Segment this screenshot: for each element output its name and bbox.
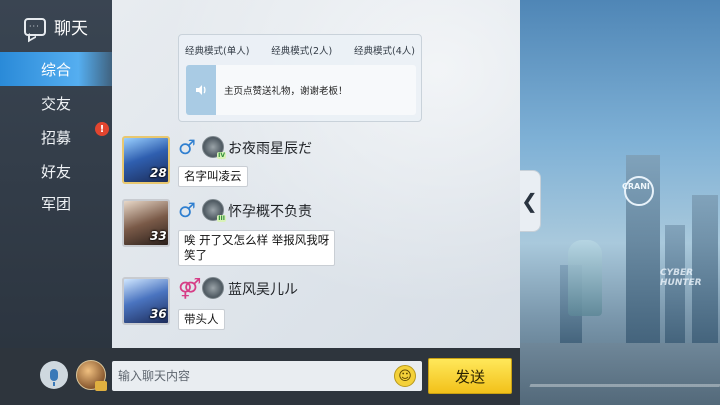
male-gender-icon: ♂ xyxy=(178,198,196,222)
chevron-left-icon: ❮ xyxy=(521,189,538,213)
collapse-panel-button[interactable]: ❮ xyxy=(519,170,541,232)
game-mode-tabs: 经典模式(单人) 经典模式(2人) 经典模式(4人) xyxy=(179,35,421,65)
sidebar-item-label: 综合 xyxy=(40,60,71,79)
microphone-icon xyxy=(50,369,58,386)
rank-badge-icon xyxy=(202,277,224,299)
background-scene: CRANI CYBER HUNTER xyxy=(520,0,720,405)
message-line: 笑了 xyxy=(184,248,207,262)
statue xyxy=(568,240,602,316)
tab-classic-solo[interactable]: 经典模式(单人) xyxy=(185,43,249,57)
self-avatar[interactable] xyxy=(76,360,107,391)
chat-input[interactable] xyxy=(112,361,422,391)
sidebar-item-legion[interactable]: 军团 xyxy=(0,186,112,220)
send-button[interactable]: 发送 xyxy=(428,358,512,394)
message-bubble: 名字叫凌云 xyxy=(178,166,248,187)
male-gender-icon: ♂ xyxy=(178,135,196,159)
crani-sign-text: CRANI xyxy=(622,182,650,191)
ground xyxy=(520,343,720,405)
avatar[interactable]: 36 xyxy=(122,277,170,325)
sidebar-header: ··· 聊天 xyxy=(24,14,88,39)
pinned-voice-message[interactable]: 主页点赞送礼物，谢谢老板！ xyxy=(186,65,416,115)
sidebar-item-general[interactable]: 综合 xyxy=(0,52,112,86)
sidebar-item-label: 交友 xyxy=(40,94,71,113)
sidebar-item-friends-making[interactable]: 交友 xyxy=(0,86,112,120)
cyber-hunter-logo-line: HUNTER xyxy=(660,278,702,288)
sidebar-title: 聊天 xyxy=(54,19,88,39)
player-level: 36 xyxy=(150,307,167,321)
pinned-message-card[interactable]: 经典模式(单人) 经典模式(2人) 经典模式(4人) 主页点赞送礼物，谢谢老板！ xyxy=(178,34,422,122)
sidebar-item-label: 招募 xyxy=(40,128,71,147)
message-bubble: 带头人 xyxy=(178,309,225,330)
avatar[interactable]: 33 xyxy=(122,199,170,247)
sidebar-item-friends[interactable]: 好友 xyxy=(0,154,112,188)
tab-classic-squad[interactable]: 经典模式(4人) xyxy=(354,43,415,57)
player-level: 33 xyxy=(150,229,167,243)
cyber-hunter-logo-line: CYBER xyxy=(660,268,694,278)
rank-badge-icon: IV xyxy=(202,136,226,159)
username[interactable]: お夜雨星辰だ xyxy=(228,138,312,158)
crani-sign-logo xyxy=(624,176,654,206)
sidebar-item-label: 好友 xyxy=(40,162,71,181)
cyber-hunter-logo: CYBER HUNTER xyxy=(660,268,702,288)
pinned-message-text: 主页点赞送礼物，谢谢老板！ xyxy=(224,86,348,97)
username[interactable]: 蓝风吴儿ル xyxy=(228,279,298,299)
username[interactable]: 怀孕概不负责 xyxy=(228,201,312,221)
avatar[interactable]: 28 xyxy=(122,136,170,184)
message-line: 唉 开了又怎么样 举报风我呀 xyxy=(184,233,330,247)
level-icon xyxy=(95,381,107,391)
message-bubble: 唉 开了又怎么样 举报风我呀 笑了 xyxy=(178,230,336,266)
sidebar-item-label: 军团 xyxy=(40,194,71,213)
recruit-alert-badge: ! xyxy=(95,122,109,136)
player-level: 28 xyxy=(150,166,167,180)
tab-classic-duo[interactable]: 经典模式(2人) xyxy=(271,43,332,57)
rank-badge-icon: III xyxy=(202,199,226,222)
speaker-icon xyxy=(186,65,216,115)
chat-bubble-icon: ··· xyxy=(24,17,46,36)
chat-sidebar: ··· 聊天 综合 交友 招募 ! 好友 军团 xyxy=(0,0,112,348)
emoji-icon[interactable]: ☺ xyxy=(394,365,416,387)
microphone-button[interactable] xyxy=(40,361,68,389)
gender-icon: ⚤ xyxy=(178,276,202,300)
